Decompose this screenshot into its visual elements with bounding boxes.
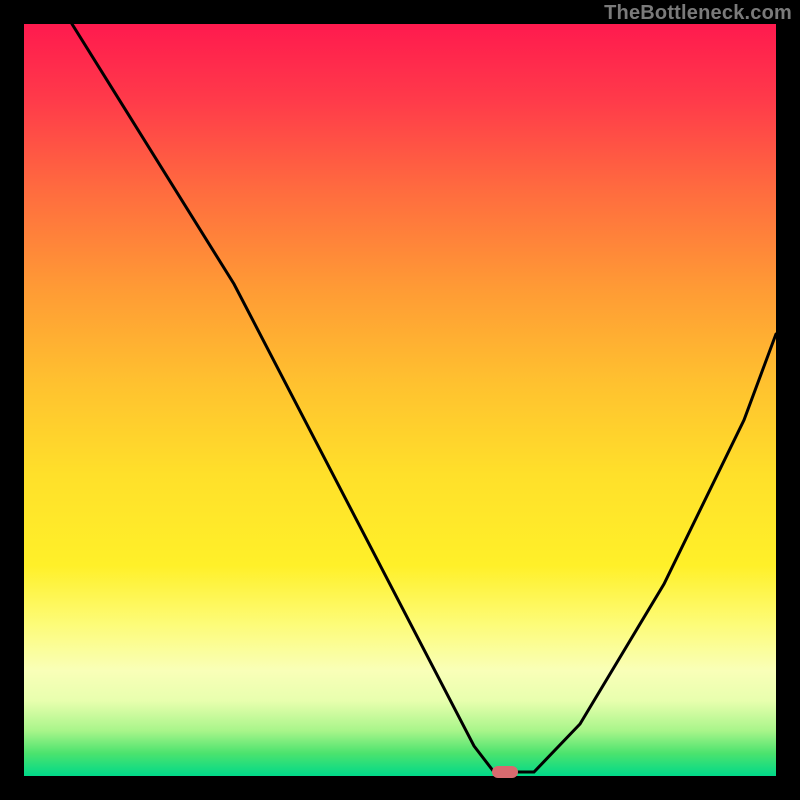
chart-frame: TheBottleneck.com [0,0,800,800]
watermark-text: TheBottleneck.com [604,2,792,25]
bottleneck-curve [72,24,776,772]
curve-layer [24,24,776,776]
optimal-marker [492,766,518,778]
plot-area [24,24,776,776]
